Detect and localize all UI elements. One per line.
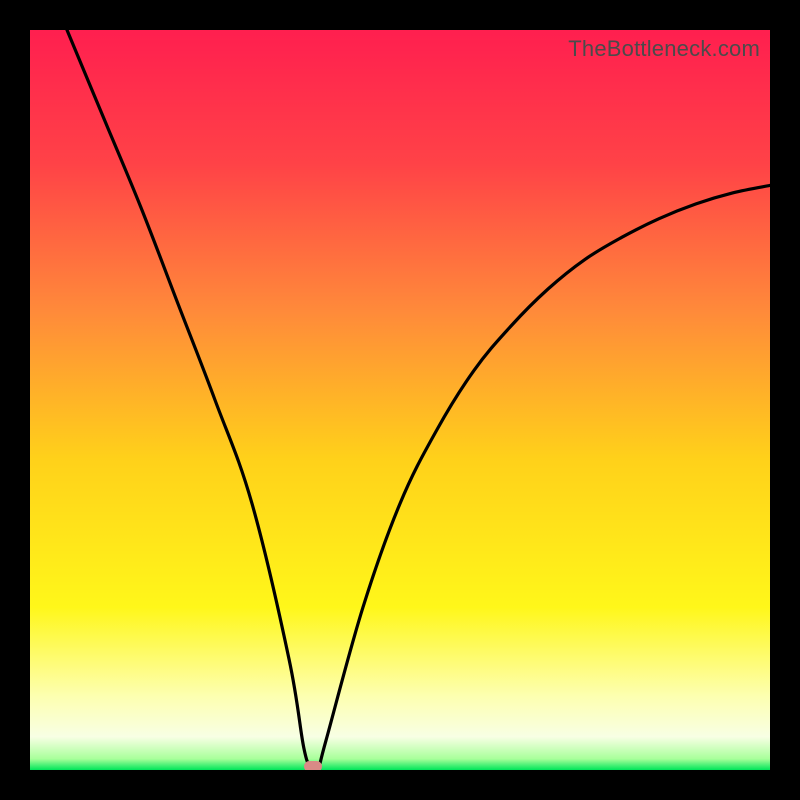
minimum-marker	[304, 761, 322, 770]
chart-frame: TheBottleneck.com	[0, 0, 800, 800]
plot-area: TheBottleneck.com	[30, 30, 770, 770]
bottleneck-curve	[30, 30, 770, 770]
